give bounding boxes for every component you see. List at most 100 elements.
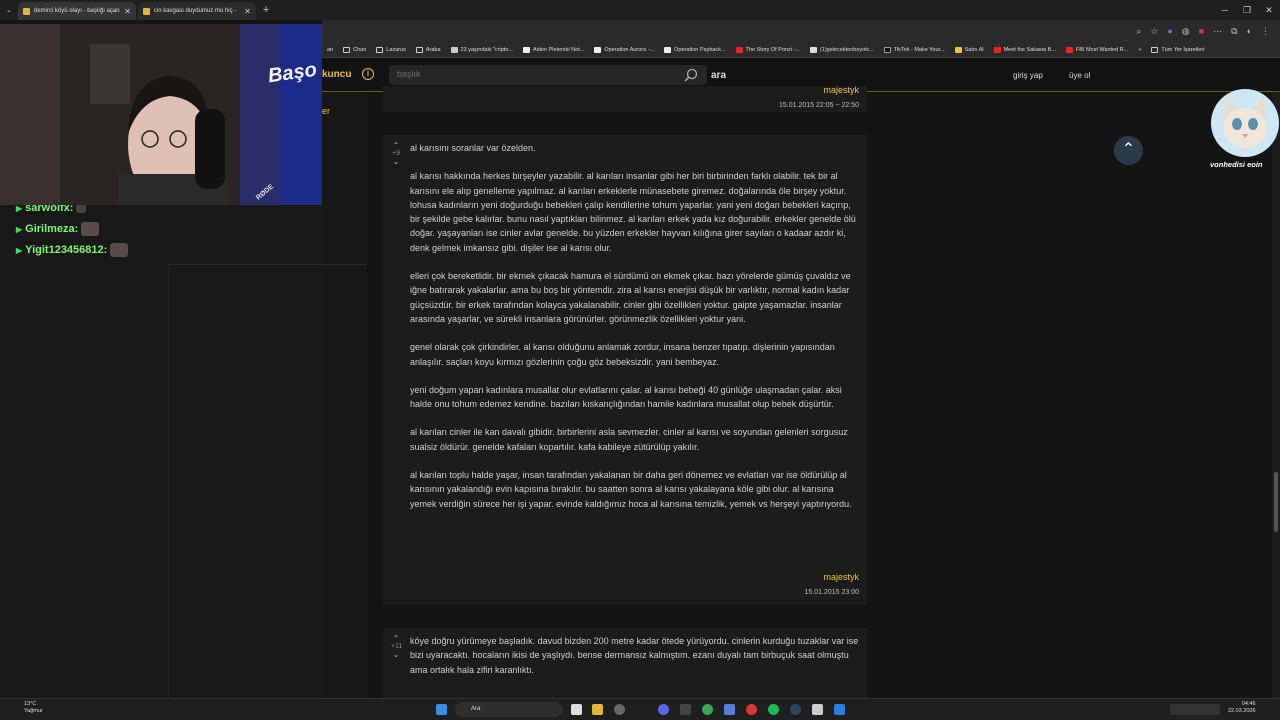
- bookmark-item[interactable]: TikTok - Make Your...: [879, 46, 950, 53]
- kick-badge-icon: ▶: [16, 224, 23, 234]
- new-tab-icon[interactable]: +: [263, 4, 269, 16]
- kick-badge-icon: ▶: [16, 245, 23, 255]
- vote-box: ⌃ +9 ⌄: [391, 141, 401, 166]
- entry-text: al karısını soranlar var özelden. al kar…: [410, 141, 862, 525]
- bookmark-label: 23 yaşındaki "cripto...: [460, 46, 513, 53]
- app-icon[interactable]: [680, 704, 691, 715]
- bookmark-label: Meet the Sakawa B...: [1003, 46, 1056, 53]
- entry-paragraph: al karısı hakkında herkes birşeyler yaza…: [410, 171, 856, 253]
- app-icon[interactable]: [724, 704, 735, 715]
- bookmark-item[interactable]: Aiden Pleterski Net...: [518, 46, 589, 53]
- app-icon[interactable]: [812, 704, 823, 715]
- site-logo[interactable]: kuncu: [322, 69, 351, 80]
- downvote-icon[interactable]: ⌄: [391, 157, 401, 166]
- bookmark-item[interactable]: Araba: [411, 46, 446, 53]
- bookmark-item[interactable]: Chao: [338, 46, 371, 53]
- chat-message: ▶ Girilmeza:: [16, 222, 100, 236]
- search-button[interactable]: ara: [711, 70, 726, 81]
- spotify-icon[interactable]: [768, 704, 779, 715]
- login-link[interactable]: giriş yap: [1013, 71, 1043, 80]
- extension-icon[interactable]: ●: [1167, 26, 1172, 36]
- tab-title: demirci köyü olayı - başlığı açan: [33, 8, 120, 14]
- page-scrollbar[interactable]: [1272, 92, 1280, 698]
- browser-tab-2[interactable]: cin kavgası duydumuz mu hiç - ✕: [137, 2, 256, 20]
- steam-icon[interactable]: [790, 704, 801, 715]
- bookmarks-bar: an Chao Lazarus Araba 23 yaşındaki "crip…: [322, 42, 1280, 58]
- bookmark-item[interactable]: Operation Payback...: [659, 46, 730, 53]
- entry-paragraph: yeni doğum yapan kadınlara musallat olur…: [410, 384, 842, 410]
- entry-author[interactable]: majestyk: [823, 85, 859, 95]
- entry-date[interactable]: 15.01.2015 23:00: [805, 589, 860, 596]
- clock-date: 22.03.2026: [1228, 708, 1256, 714]
- youtube-icon: [993, 46, 1001, 53]
- bookmark-label: Satın Al: [964, 46, 984, 53]
- bookmark-item[interactable]: The Story Of Ponzi -...: [731, 46, 805, 53]
- left-frame-label[interactable]: er: [322, 106, 330, 116]
- app-icon[interactable]: [746, 704, 757, 715]
- divider: [168, 264, 368, 265]
- bookmark-item[interactable]: Meet the Sakawa B...: [989, 46, 1061, 53]
- chrome-icon[interactable]: [702, 704, 713, 715]
- weather-widget[interactable]: 13°C Yağmur: [8, 701, 43, 715]
- scrollbar-thumb[interactable]: [1274, 472, 1278, 532]
- signup-link[interactable]: üye ol: [1069, 71, 1090, 80]
- scroll-to-top-button[interactable]: ⌃: [1114, 136, 1143, 165]
- bookmark-label: TikTok - Make Your...: [893, 46, 945, 53]
- chat-emote: [110, 243, 129, 257]
- entry-author[interactable]: majestyk: [823, 572, 859, 582]
- weather-temp: 13°C: [24, 701, 37, 707]
- windows-start-icon[interactable]: [436, 704, 447, 715]
- more-bookmarks-button[interactable]: »: [1133, 47, 1146, 53]
- favicon: [809, 46, 817, 53]
- bookmark-item[interactable]: an: [322, 47, 338, 53]
- browser-toolbar: ⌕ ☆ ● ◍ ■ ⋯ ⧉ ◐ ⋮: [322, 20, 1280, 42]
- bookmark-item[interactable]: (1)gelecektenbeyolc...: [805, 46, 879, 53]
- extensions-puzzle-icon[interactable]: ⧉: [1231, 26, 1237, 37]
- entry-paragraph: elleri çok bereketlidir. bir ekmek çıkac…: [410, 271, 851, 324]
- profile-icon[interactable]: ◐: [1247, 26, 1252, 36]
- discord-icon[interactable]: [658, 704, 669, 715]
- minimize-icon[interactable]: ─: [1214, 0, 1236, 20]
- bookmark-star-icon[interactable]: ☆: [1150, 26, 1158, 37]
- windows-taskbar: 13°C Yağmur Ara 04:46 22.03.2026: [0, 698, 1280, 720]
- vote-box: ⌃ +11 ⌄: [391, 634, 402, 659]
- bookmark-item[interactable]: Satın Al: [950, 46, 989, 53]
- entry-date[interactable]: 15.01.2015 22:05 ~ 22:50: [779, 102, 859, 109]
- upvote-icon[interactable]: ⌃: [391, 634, 401, 643]
- search-icon[interactable]: [684, 68, 698, 82]
- menu-icon[interactable]: ⋮: [1261, 26, 1270, 37]
- file-explorer-icon[interactable]: [592, 704, 603, 715]
- search-input[interactable]: başlık: [389, 65, 707, 85]
- close-tab-icon[interactable]: ✕: [244, 7, 251, 16]
- app-icon[interactable]: [614, 704, 625, 715]
- task-view-icon[interactable]: [571, 704, 582, 715]
- entry-card: ⌃ +11 ⌄ köye doğru yürümeye başladık. da…: [383, 628, 867, 698]
- downvote-icon[interactable]: ⌄: [391, 650, 401, 659]
- info-icon[interactable]: i: [362, 68, 374, 80]
- bookmark-item[interactable]: 23 yaşındaki "cripto...: [446, 46, 518, 53]
- all-bookmarks-button[interactable]: Tüm Yer İşaretleri: [1146, 46, 1209, 53]
- favicon: [450, 46, 458, 53]
- maximize-icon[interactable]: ❐: [1236, 0, 1258, 20]
- bookmark-label: Aiden Pleterski Net...: [532, 46, 585, 53]
- clock-time: 04:46: [1241, 701, 1256, 707]
- browser-tab-1[interactable]: demirci köyü olayı - başlığı açan ✕: [17, 2, 136, 20]
- taskbar-search[interactable]: Ara: [455, 702, 563, 717]
- upvote-icon[interactable]: ⌃: [391, 141, 401, 150]
- close-tab-icon[interactable]: ✕: [124, 7, 131, 16]
- stream-chat-panel: [0, 205, 322, 698]
- tray-icons[interactable]: [1170, 704, 1220, 715]
- tab-list-button[interactable]: ⌄: [6, 6, 12, 14]
- bookmark-item[interactable]: Lazarus: [371, 46, 411, 53]
- bookmark-item[interactable]: FBI Most Wanted R...: [1061, 46, 1133, 53]
- bookmark-item[interactable]: Operation Aurora -...: [589, 46, 659, 53]
- zoom-icon[interactable]: ⌕: [1136, 26, 1141, 37]
- bookmark-label: FBI Most Wanted R...: [1075, 46, 1129, 53]
- system-clock[interactable]: 04:46 22.03.2026: [1228, 701, 1256, 715]
- extension-icon[interactable]: ◍: [1182, 26, 1190, 37]
- extension-icon[interactable]: ⋯: [1213, 26, 1222, 37]
- close-window-icon[interactable]: ✕: [1258, 0, 1280, 20]
- favicon: [594, 46, 602, 53]
- extension-icon[interactable]: ■: [1199, 26, 1204, 36]
- app-icon[interactable]: [834, 704, 845, 715]
